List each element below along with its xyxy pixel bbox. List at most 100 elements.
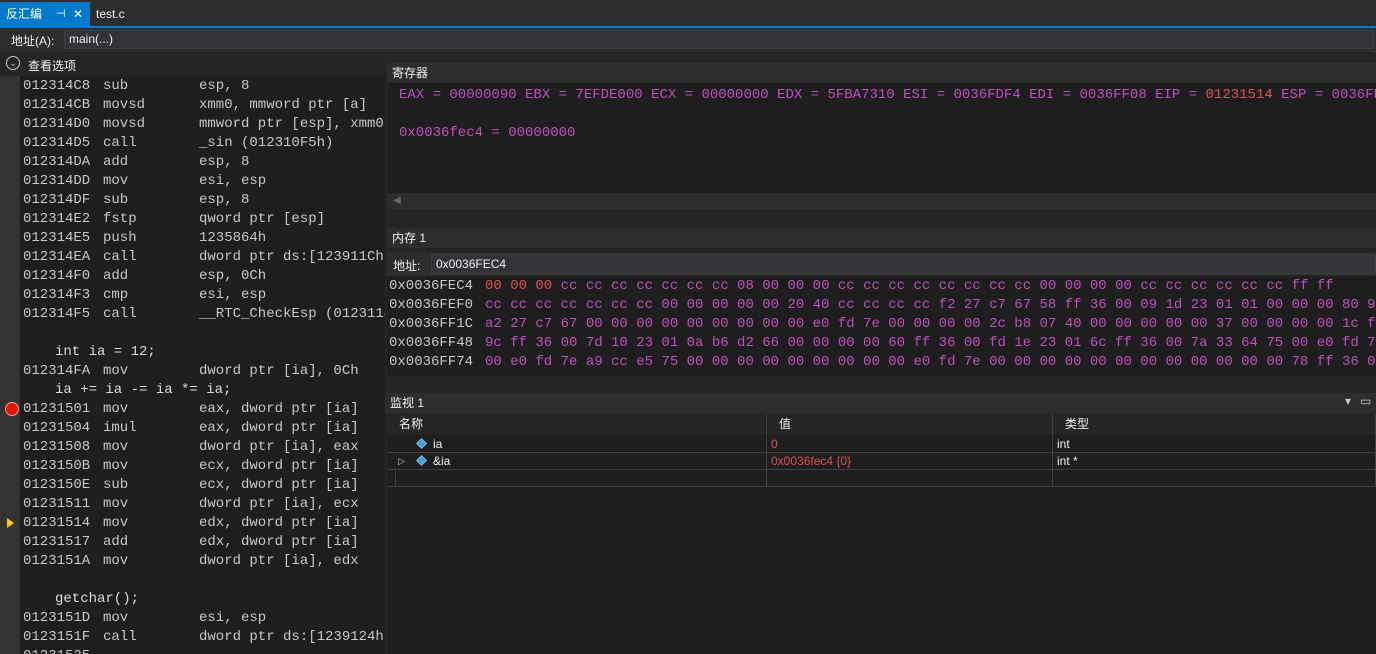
- source-line[interactable]: getchar();: [0, 590, 385, 609]
- close-icon[interactable]: ✕: [73, 2, 83, 26]
- disassembly-line[interactable]: 012314FA mov dword ptr [ia], 0Ch: [0, 362, 385, 381]
- disassembly-line[interactable]: 012314E5 push 1235864h: [0, 229, 385, 248]
- document-tab-strip: 反汇编 ⊣ ✕ test.c: [0, 0, 1376, 28]
- instruction-operands: esp, 8: [199, 154, 250, 170]
- instruction-operands: dword ptr [ia], ecx: [199, 496, 359, 512]
- memory-row-bytes: cc cc cc cc cc cc cc 00 00 00 00 00 20 4…: [485, 296, 1376, 315]
- memory-bytes: 00 e0 fd 7e a9 cc e5 75 00 00 00 00 00 0…: [485, 354, 1376, 370]
- instruction-mnemonic: mov: [103, 553, 129, 569]
- maximize-icon[interactable]: ▭: [1360, 394, 1371, 408]
- disassembly-line[interactable]: 01231508 mov dword ptr [ia], eax: [0, 438, 385, 457]
- instruction-mnemonic: sub: [103, 192, 129, 208]
- address-input[interactable]: main(...): [64, 30, 1374, 49]
- instruction-operands: __RTC_CheckEsp (0123114A: [199, 306, 385, 322]
- tab-test-c[interactable]: test.c: [90, 2, 131, 26]
- disassembly-line[interactable]: 01231525: [0, 647, 385, 654]
- watch-name-cell[interactable]: ▷ &ia: [387, 453, 767, 469]
- disassembly-line[interactable]: 01231501 mov eax, dword ptr [ia]: [0, 400, 385, 419]
- watch-value-cell[interactable]: 0x0036fec4 {0}: [767, 453, 1053, 469]
- disassembly-line[interactable]: 012314CB movsd xmm0, mmword ptr [a]: [0, 96, 385, 115]
- instruction-mnemonic: call: [103, 629, 137, 645]
- instruction-address: 0123150E: [23, 477, 91, 493]
- chevron-down-icon[interactable]: ⌄: [6, 56, 20, 70]
- disassembly-line[interactable]: 0123150B mov ecx, dword ptr [ia]: [0, 457, 385, 476]
- disassembly-line[interactable]: 012314F3 cmp esi, esp: [0, 286, 385, 305]
- disassembly-line[interactable]: 012314DA add esp, 8: [0, 153, 385, 172]
- instruction-address: 01231517: [23, 534, 91, 550]
- memory-view[interactable]: 0x0036FEC4 00 00 00 cc cc cc cc cc cc cc …: [387, 276, 1376, 376]
- disassembly-line[interactable]: 012314E2 fstp qword ptr [esp]: [0, 210, 385, 229]
- instruction-operands: edx, dword ptr [ia]: [199, 515, 359, 531]
- memory-row-address: 0x0036FF1C: [389, 316, 474, 332]
- source-line[interactable]: [0, 571, 385, 590]
- instruction-mnemonic: mov: [103, 363, 129, 379]
- instruction-operands: mmword ptr [esp], xmm0: [199, 116, 384, 132]
- disassembly-line[interactable]: 012314DD mov esi, esp: [0, 172, 385, 191]
- disassembly-line[interactable]: 012314DF sub esp, 8: [0, 191, 385, 210]
- watch-row[interactable]: ▷ &ia 0x0036fec4 {0} int *: [387, 453, 1376, 470]
- variable-icon: [416, 455, 427, 466]
- variable-icon: [416, 438, 427, 449]
- disassembly-line[interactable]: 01231504 imul eax, dword ptr [ia]: [0, 419, 385, 438]
- instruction-address: 012314F3: [23, 287, 91, 303]
- disassembly-line[interactable]: 0123151D mov esi, esp: [0, 609, 385, 628]
- registers-horizontal-scrollbar[interactable]: ◀: [387, 193, 1376, 209]
- memory-bytes: cc cc cc cc cc cc cc 00 00 00 00 00 20 4…: [485, 297, 1376, 313]
- disassembly-line[interactable]: 01231514 mov edx, dword ptr [ia]: [0, 514, 385, 533]
- pin-icon[interactable]: ⊣: [56, 2, 66, 26]
- registers-panel[interactable]: EAX = 00000090 EBX = 7EFDE000 ECX = 0000…: [387, 83, 1376, 193]
- instruction-address: 01231511: [23, 496, 91, 512]
- disassembly-line[interactable]: 01231517 add edx, dword ptr [ia]: [0, 533, 385, 552]
- disassembly-line[interactable]: 01231511 mov dword ptr [ia], ecx: [0, 495, 385, 514]
- disassembly-line[interactable]: 0123150E sub ecx, dword ptr [ia]: [0, 476, 385, 495]
- watch-column-type[interactable]: 类型: [1053, 414, 1376, 435]
- watch-value-cell[interactable]: 0: [767, 436, 1053, 452]
- instruction-address: 012314EA: [23, 249, 91, 265]
- expand-arrow-icon[interactable]: ▷: [398, 453, 405, 469]
- instruction-mnemonic: movsd: [103, 116, 146, 132]
- memory-panel-title: 内存 1: [387, 228, 1376, 248]
- scroll-left-icon[interactable]: ◀: [393, 195, 401, 206]
- disassembly-line[interactable]: 012314D0 movsd mmword ptr [esp], xmm0: [0, 115, 385, 134]
- instruction-mnemonic: call: [103, 306, 137, 322]
- registers-values: EAX = 00000090 EBX = 7EFDE000 ECX = 0000…: [399, 87, 1206, 103]
- instruction-operands: _sin (012310F5h): [199, 135, 334, 151]
- instruction-mnemonic: mov: [103, 401, 129, 417]
- source-text: int ia = 12;: [55, 344, 156, 360]
- instruction-mnemonic: movsd: [103, 97, 146, 113]
- instruction-operands: esi, esp: [199, 610, 267, 626]
- disassembly-line[interactable]: 012314C8 sub esp, 8: [0, 77, 385, 96]
- disassembly-line[interactable]: 012314F5 call __RTC_CheckEsp (0123114A: [0, 305, 385, 324]
- instruction-operands: xmm0, mmword ptr [a]: [199, 97, 368, 113]
- watch-panel[interactable]: 名称 值 类型 ia 0 int ▷ &ia 0x0036fec4 {0} int *: [387, 414, 1376, 654]
- disassembly-line[interactable]: 012314F0 add esp, 0Ch: [0, 267, 385, 286]
- breakpoint-icon[interactable]: [5, 402, 19, 416]
- instruction-address: 012314DA: [23, 154, 91, 170]
- disassembly-line[interactable]: 012314D5 call _sin (012310F5h): [0, 134, 385, 153]
- disassembly-line[interactable]: 0123151F call dword ptr ds:[1239124h]: [0, 628, 385, 647]
- source-text: getchar();: [55, 591, 140, 607]
- watch-column-value[interactable]: 值: [767, 414, 1053, 435]
- view-options-toggle[interactable]: ⌄ 查看选项: [0, 54, 385, 74]
- memory-address-input[interactable]: 0x0036FEC4: [431, 254, 1376, 274]
- instruction-operands: dword ptr ds:[123911Ch]: [199, 249, 385, 265]
- watch-name-cell[interactable]: ia: [387, 436, 767, 452]
- instruction-operands: dword ptr [ia], 0Ch: [199, 363, 359, 379]
- disassembly-view[interactable]: 012314C8 sub esp, 8 012314CB movsd xmm0, mmwo…: [0, 76, 385, 654]
- source-line[interactable]: [0, 324, 385, 343]
- source-line[interactable]: int ia = 12;: [0, 343, 385, 362]
- registers-watch-expression: 0x0036fec4 = 00000000: [399, 125, 576, 141]
- watch-name-cell[interactable]: [395, 470, 767, 486]
- dropdown-arrow-icon[interactable]: ▾: [1345, 394, 1351, 408]
- watch-row[interactable]: ia 0 int: [387, 436, 1376, 453]
- instruction-mnemonic: fstp: [103, 211, 137, 227]
- disassembly-line[interactable]: 012314EA call dword ptr ds:[123911Ch]: [0, 248, 385, 267]
- tab-disassembly[interactable]: 反汇编 ⊣ ✕: [0, 2, 90, 26]
- watch-column-name[interactable]: 名称: [387, 414, 767, 435]
- watch-type-cell: int *: [1053, 453, 1376, 469]
- disassembly-line[interactable]: 0123151A mov dword ptr [ia], edx: [0, 552, 385, 571]
- instruction-mnemonic: mov: [103, 496, 129, 512]
- registers-line: EAX = 00000090 EBX = 7EFDE000 ECX = 0000…: [399, 87, 1376, 103]
- source-line[interactable]: ia += ia -= ia *= ia;: [0, 381, 385, 400]
- watch-add-item-row[interactable]: [387, 470, 1376, 487]
